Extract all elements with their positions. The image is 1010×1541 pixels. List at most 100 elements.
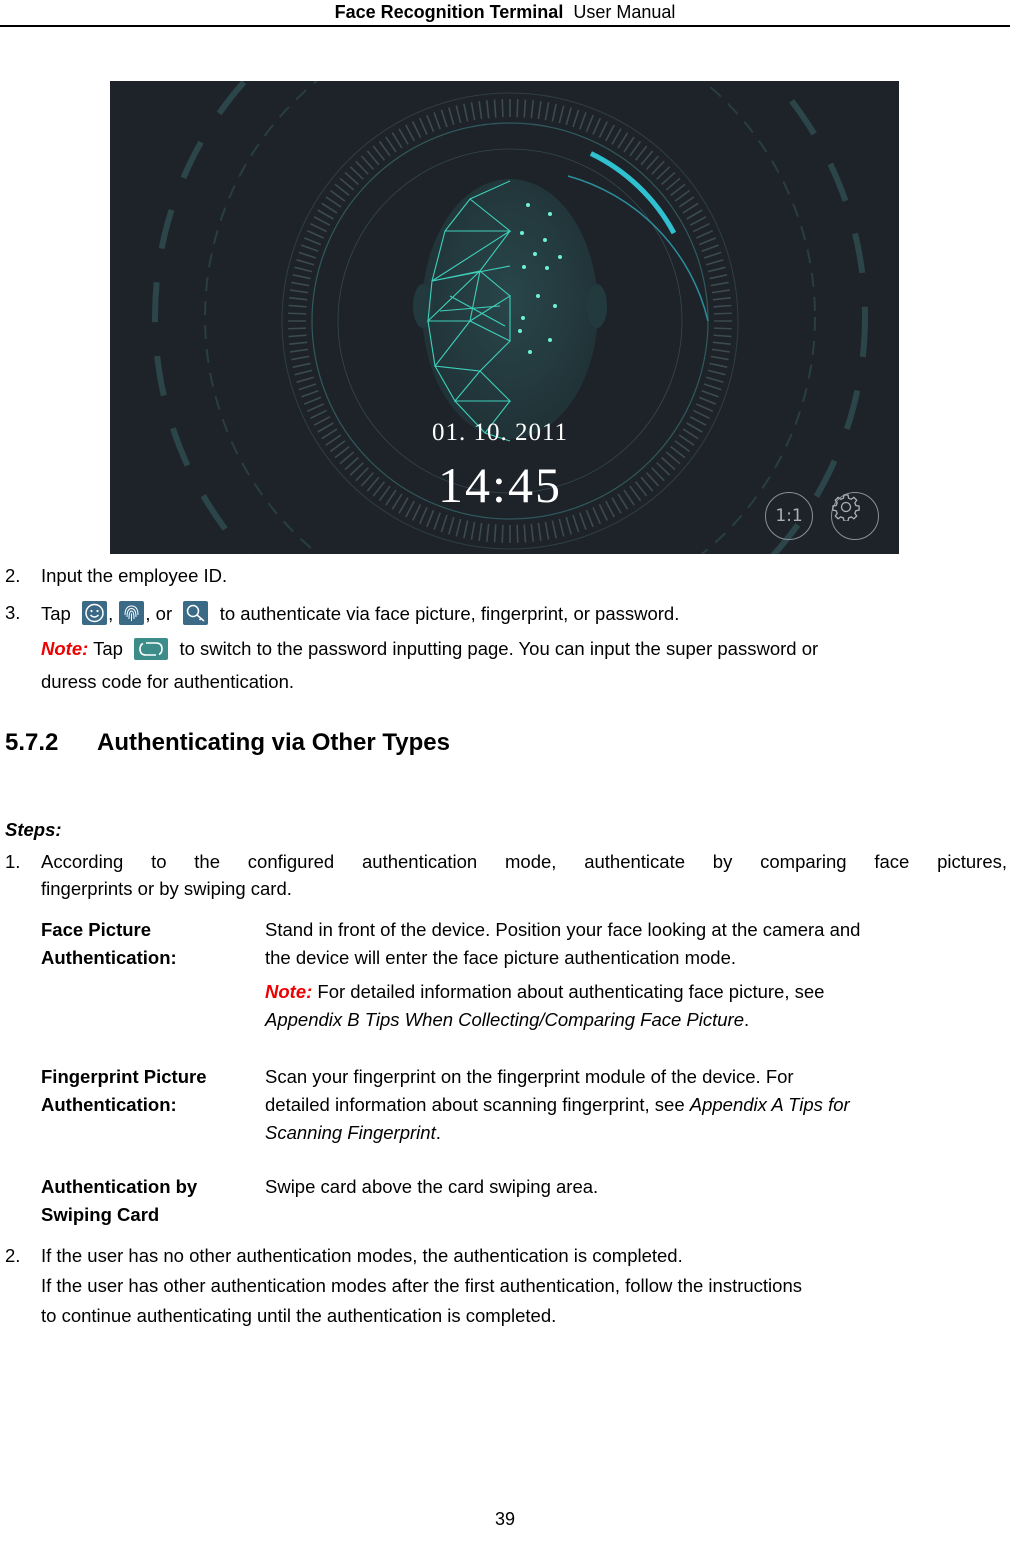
tick-mark [689, 416, 707, 426]
step-2-line-1: If the user has no other authentication … [41, 1245, 683, 1266]
tick-mark [530, 100, 535, 119]
note-text: For detailed information about authentic… [317, 981, 825, 1002]
tick-mark [325, 196, 342, 208]
ratio-button[interactable]: 1:1 [765, 492, 813, 540]
desc-note: Note: For detailed information about aut… [265, 978, 1010, 1006]
tick-mark [385, 489, 397, 506]
tick-mark [292, 362, 311, 368]
step-2-line-3: to continue authenticating until the aut… [41, 1305, 557, 1326]
tick-mark [339, 451, 355, 465]
tick-mark [710, 355, 729, 361]
settings-button[interactable] [831, 492, 879, 540]
face-landmark-dot [548, 338, 552, 342]
step-number: 1. [5, 851, 21, 872]
tick-mark [656, 166, 671, 180]
tick-mark [617, 493, 629, 510]
note-text: to switch to the password inputting page… [179, 638, 819, 659]
tick-mark [334, 183, 350, 197]
tick-mark [605, 124, 615, 142]
tick-mark [317, 422, 334, 433]
face-landmark-dot [522, 265, 526, 269]
tick-mark [592, 117, 602, 135]
face-icon [82, 601, 108, 625]
tick-mark [501, 524, 504, 543]
tick-mark [470, 521, 476, 540]
tick-mark [617, 132, 629, 149]
tick-mark [674, 189, 691, 202]
tick-mark [321, 202, 338, 214]
tick-mark [665, 177, 681, 191]
face-landmark-dot [533, 252, 537, 256]
tick-mark [686, 209, 703, 220]
tick-mark [470, 102, 476, 121]
tick-mark [329, 440, 346, 453]
term-swiping-card: Authentication by Swiping Card [41, 1173, 197, 1229]
separator: , or [145, 603, 173, 624]
tick-mark [306, 229, 324, 239]
period: . [744, 1009, 750, 1030]
tick-mark [623, 489, 635, 506]
tick-mark [640, 476, 654, 492]
tick-mark [611, 497, 622, 514]
tick-mark [344, 456, 359, 471]
tick-mark [585, 114, 594, 133]
face-landmark-dot [526, 203, 530, 207]
tick-mark [478, 101, 483, 120]
header-doc-type: User Manual [573, 2, 676, 22]
tick-mark [707, 266, 726, 273]
tick-mark [689, 216, 707, 226]
tick-mark [291, 355, 310, 361]
tick-mark [693, 409, 710, 420]
tick-mark [701, 390, 719, 398]
tick-mark [645, 472, 660, 487]
tick-mark [712, 341, 731, 346]
tick-mark [493, 99, 497, 118]
term-line: Authentication: [41, 1094, 177, 1115]
tick-mark [294, 266, 313, 273]
tick-mark [426, 114, 435, 133]
tick-mark [355, 160, 369, 175]
head-mesh-icon [413, 179, 607, 442]
face-landmark-dot [521, 316, 525, 320]
appendix-b-reference: Appendix B Tips When Collecting/Comparin… [265, 1009, 745, 1030]
section-title: Authenticating via Other Types [97, 729, 450, 756]
term-face-picture: Face Picture Authentication: [41, 916, 177, 972]
tick-mark [537, 522, 542, 541]
step-3-text: Tap , , or to authenticate via face pict… [41, 601, 679, 626]
face-landmark-dot [528, 350, 532, 354]
tick-mark [301, 244, 319, 252]
tick-mark [306, 403, 324, 413]
tick-mark [288, 334, 307, 338]
password-key-icon [183, 601, 209, 625]
tick-mark [303, 237, 322, 246]
period: . [435, 1122, 441, 1143]
tick-mark [629, 485, 642, 502]
section-number: 5.7.2 [5, 729, 59, 756]
step-1-line-1: According to the configured authenticati… [41, 851, 1007, 872]
tick-mark [705, 259, 724, 266]
tick-mark [366, 476, 380, 492]
tick-mark [551, 103, 557, 122]
tick-mark [493, 524, 497, 543]
tick-mark [682, 202, 699, 214]
step-3-suffix: to authenticate via face picture, finger… [219, 603, 680, 624]
tick-mark [523, 99, 527, 118]
tick-mark [296, 376, 315, 383]
tick-mark [713, 327, 732, 330]
tick-mark [294, 369, 313, 376]
tick-mark [344, 171, 359, 186]
tick-mark [301, 390, 319, 398]
step-number: 3. [5, 602, 21, 623]
tick-mark [303, 396, 322, 405]
tick-mark [310, 222, 327, 233]
tick-mark [378, 140, 391, 157]
gear-icon [832, 494, 860, 521]
tick-mark [398, 128, 409, 145]
term-line: Swiping Card [41, 1204, 160, 1225]
step-number: 2. [5, 565, 21, 586]
tick-mark [661, 171, 676, 186]
term-fingerprint: Fingerprint Picture Authentication: [41, 1063, 207, 1119]
tick-mark [329, 189, 346, 202]
tick-mark [565, 107, 572, 126]
tick-mark [544, 521, 550, 540]
